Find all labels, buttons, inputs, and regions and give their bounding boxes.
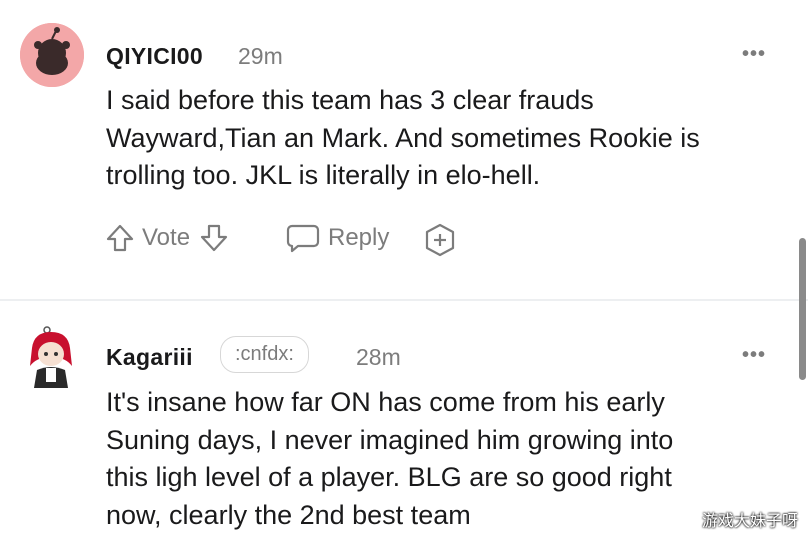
reply-button[interactable]: Reply [286,222,389,254]
comment-line: Suning days, I never imagined him growin… [106,424,674,455]
comment-line: I said before this team has 3 clear frau… [106,85,594,115]
comment-body: I said before this team has 3 clear frau… [106,82,786,195]
user-flair: :cnfdx: [220,336,309,373]
comment-body: It's insane how far ON has come from his… [106,384,786,534]
comment-line: this ligh level of a player. BLG are so … [106,462,672,492]
vote-group: Vote [104,222,230,254]
vote-label: Vote [142,224,191,251]
timestamp: 29m [238,43,283,69]
upvote-icon[interactable] [104,222,136,254]
award-button[interactable] [422,222,458,258]
username[interactable]: Kagariii [106,344,193,371]
more-options-icon[interactable]: ••• [742,43,766,66]
downvote-icon[interactable] [198,222,230,254]
comment-line: trolling too. JKL is literally in elo-he… [106,160,541,190]
reply-bubble-icon [286,224,320,253]
more-options-icon[interactable]: ••• [742,344,766,367]
user-avatar[interactable] [20,23,84,87]
timestamp: 28m [356,344,401,370]
comment-line: Wayward,Tian an Mark. And sometimes Rook… [106,122,700,153]
scrollbar[interactable] [799,238,806,380]
username[interactable]: QIYICI00 [106,43,203,70]
snoo-avatar-icon [20,23,84,87]
comment-2: Kagariii :cnfdx: 28m ••• It's insane how… [0,301,808,547]
reply-label: Reply [328,224,390,251]
watermark: 游戏大妹子呀 [701,513,798,530]
comment-1: QIYICI00 29m ••• I said before this team… [0,0,808,300]
award-plus-icon [425,223,455,257]
comment-line: now, clearly the 2nd best team [106,499,471,530]
anime-avatar-icon [30,326,72,388]
comment-line: It's insane how far ON has come from his… [106,387,665,417]
user-avatar[interactable] [24,322,78,388]
